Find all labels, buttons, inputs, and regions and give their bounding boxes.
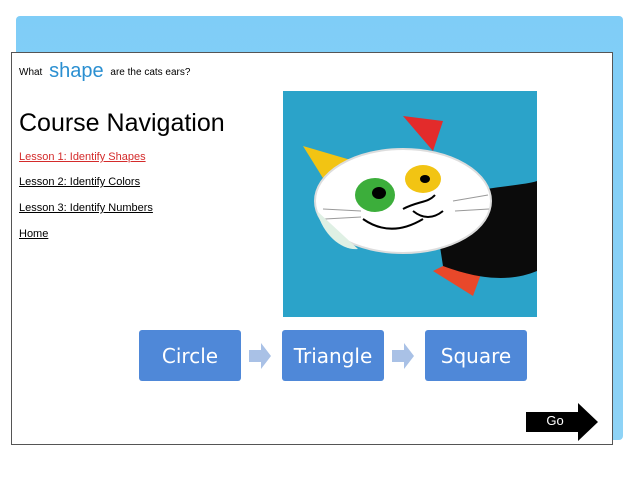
arrow-right-icon	[249, 343, 271, 369]
arrow-right-icon	[392, 343, 414, 369]
lesson-slide: What shape are the cats ears? Course Nav…	[11, 52, 613, 445]
cat-illustration	[283, 91, 537, 317]
course-navigation-title: Course Navigation	[19, 109, 225, 137]
option-circle-button[interactable]: Circle	[139, 330, 241, 381]
question-keyword: shape	[49, 60, 104, 82]
nav-link-home[interactable]: Home	[19, 228, 48, 240]
question-text: What shape are the cats ears?	[19, 58, 191, 82]
question-suffix: are the cats ears?	[110, 67, 191, 78]
option-triangle-button[interactable]: Triangle	[282, 330, 384, 381]
nav-link-lesson-1[interactable]: Lesson 1: Identify Shapes	[19, 151, 146, 163]
question-prefix: What	[19, 67, 43, 78]
nav-link-lesson-3[interactable]: Lesson 3: Identify Numbers	[19, 202, 153, 214]
nav-link-lesson-2[interactable]: Lesson 2: Identify Colors	[19, 176, 140, 188]
go-button[interactable]	[526, 403, 598, 441]
option-square-button[interactable]: Square	[425, 330, 527, 381]
